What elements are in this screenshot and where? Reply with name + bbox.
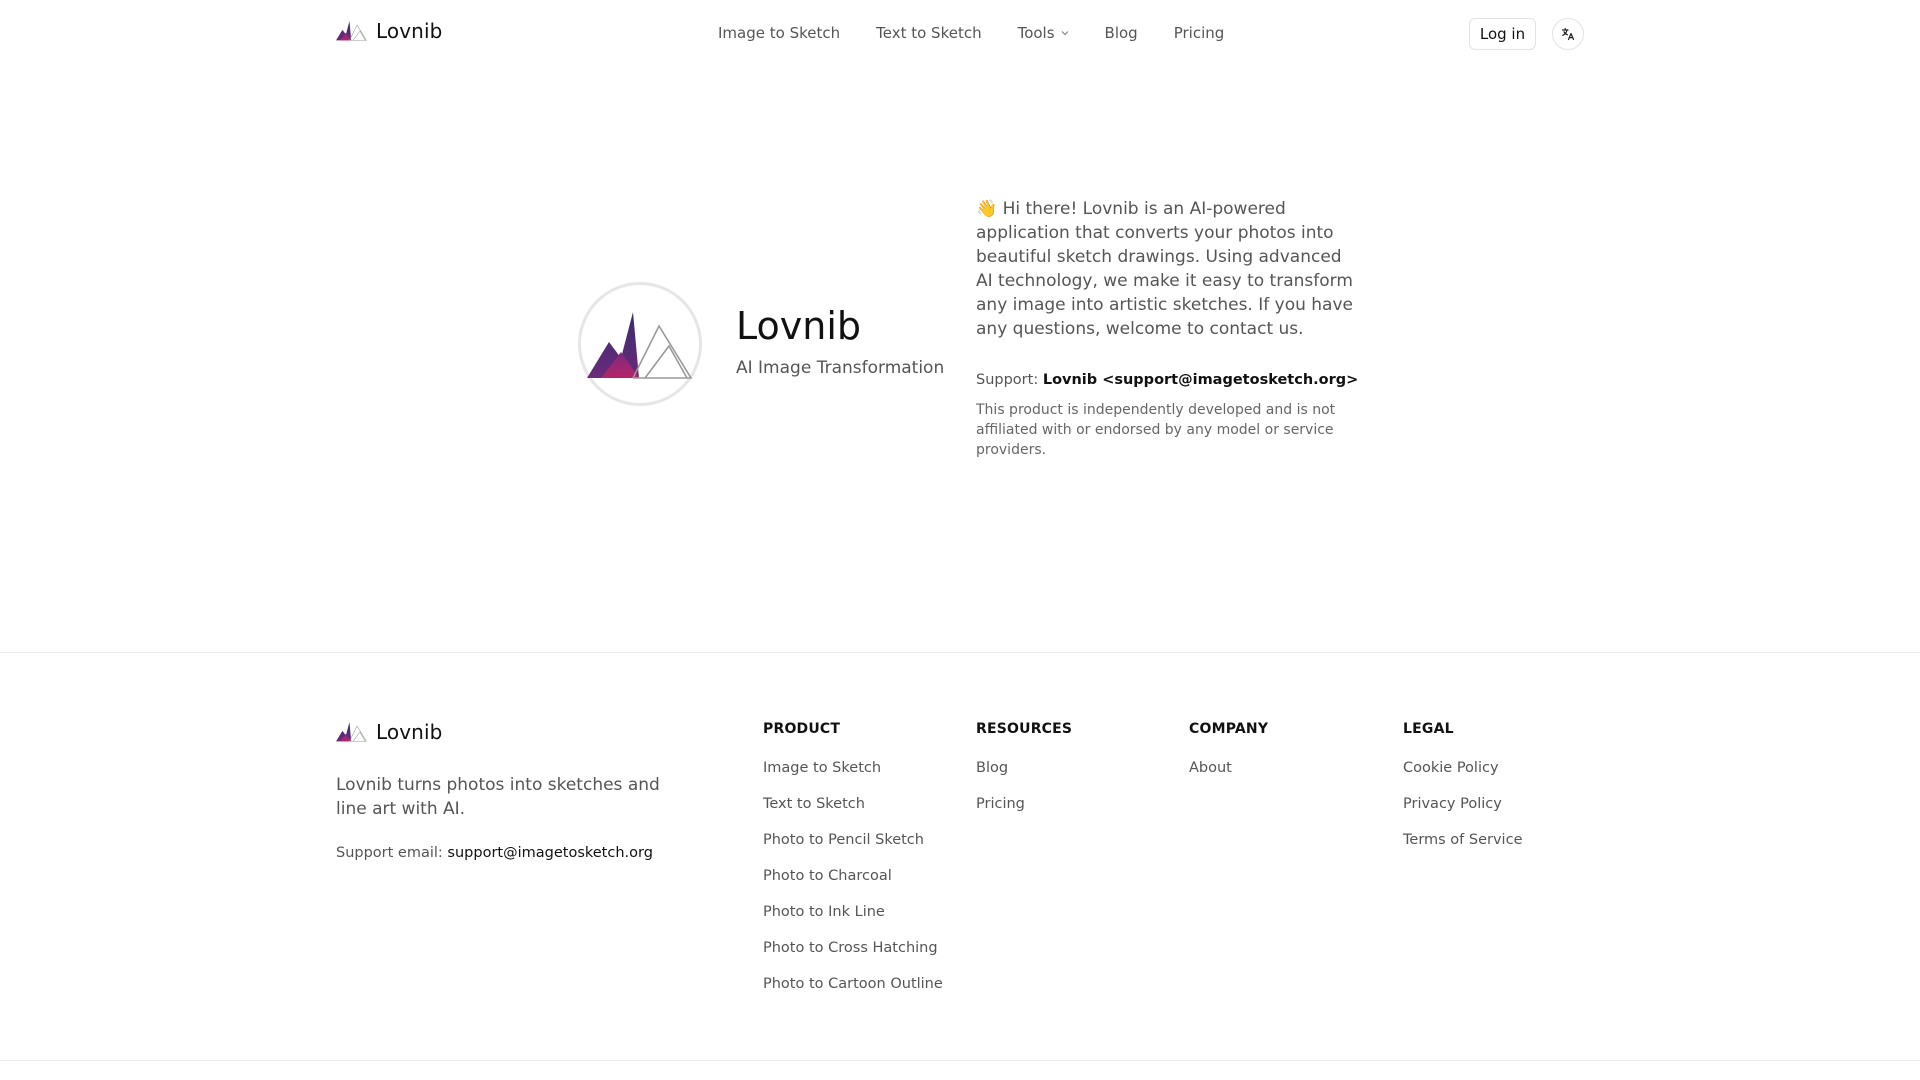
mountain-logo-icon [587,312,693,379]
footer-col-title: PRODUCT [763,721,841,737]
footer-link-privacy-policy[interactable]: Privacy Policy [1403,795,1522,831]
footer-col-legal: LEGAL Cookie Policy Privacy Policy Terms… [1403,721,1522,867]
nav-tools-dropdown[interactable]: Tools [1018,24,1069,42]
footer-link-photo-to-charcoal[interactable]: Photo to Charcoal [763,867,943,903]
disclaimer: This product is independently developed … [976,402,1336,458]
footer-link-photo-to-pencil-sketch[interactable]: Photo to Pencil Sketch [763,831,943,867]
nav-label: Pricing [1173,24,1225,42]
footer-col-title: RESOURCES [976,721,1073,737]
language-button[interactable] [1552,18,1584,50]
chevron-down-icon [1061,31,1068,36]
support-contact: Support: Lovnib <support@imagetosketch.o… [976,372,1358,388]
nav-label: Tools [1017,24,1055,42]
footer-link-pricing[interactable]: Pricing [976,795,1072,831]
app-title: Lovnib [736,304,862,348]
footer-col-resources: RESOURCES Blog Pricing [976,721,1072,831]
footer-link-photo-to-ink-line[interactable]: Photo to Ink Line [763,903,943,939]
footer-support: Support email: support@imagetosketch.org [336,845,653,861]
footer-link-photo-to-cross-hatching[interactable]: Photo to Cross Hatching [763,939,943,975]
mountain-logo-icon [336,722,367,742]
footer-link-blog[interactable]: Blog [976,759,1072,795]
main-nav: Image to Sketch Text to Sketch Tools Blo… [718,24,1224,42]
footer-brand-name: Lovnib [376,720,443,744]
header-brand[interactable]: Lovnib [336,19,442,43]
brand-name: Lovnib [376,19,443,43]
site-header: Lovnib Image to Sketch Text to Sketch To… [0,0,1920,68]
footer-link-about[interactable]: About [1189,759,1268,795]
support-label: Support: [976,372,1039,388]
app-avatar [578,282,702,406]
nav-blog[interactable]: Blog [1105,24,1138,42]
footer-tagline: Lovnib turns photos into sketches and li… [336,775,660,819]
translate-icon [1561,27,1575,41]
footer-link-text-to-sketch[interactable]: Text to Sketch [763,795,943,831]
app-subtitle: AI Image Transformation [736,358,945,378]
nav-image-to-sketch[interactable]: Image to Sketch [718,24,840,42]
footer-col-product: PRODUCT Image to Sketch Text to Sketch P… [763,721,943,1011]
footer-divider [0,652,1920,653]
support-email-link[interactable]: Lovnib <support@imagetosketch.org> [1043,372,1358,388]
footer-link-photo-to-cartoon-outline[interactable]: Photo to Cartoon Outline [763,975,943,1011]
footer-support-email-link[interactable]: support@imagetosketch.org [447,845,653,861]
nav-label: Text to Sketch [876,24,982,42]
footer-col-title: LEGAL [1403,721,1454,737]
footer-col-company: COMPANY About [1189,721,1268,795]
footer-link-terms-of-service[interactable]: Terms of Service [1403,831,1522,867]
footer-brand[interactable]: Lovnib [336,720,442,744]
footer-support-label: Support email: [336,845,443,861]
bottom-divider [0,1060,1920,1061]
footer-col-title: COMPANY [1189,721,1269,737]
nav-pricing[interactable]: Pricing [1174,24,1225,42]
footer-link-image-to-sketch[interactable]: Image to Sketch [763,759,943,795]
nav-label: Image to Sketch [718,24,841,42]
mountain-logo-icon [336,21,367,41]
login-button[interactable]: Log in [1469,18,1536,50]
nav-label: Blog [1104,24,1138,42]
footer-link-cookie-policy[interactable]: Cookie Policy [1403,759,1522,795]
nav-text-to-sketch[interactable]: Text to Sketch [876,24,981,42]
about-intro: 👋 Hi there! Lovnib is an AI-powered appl… [976,199,1353,339]
